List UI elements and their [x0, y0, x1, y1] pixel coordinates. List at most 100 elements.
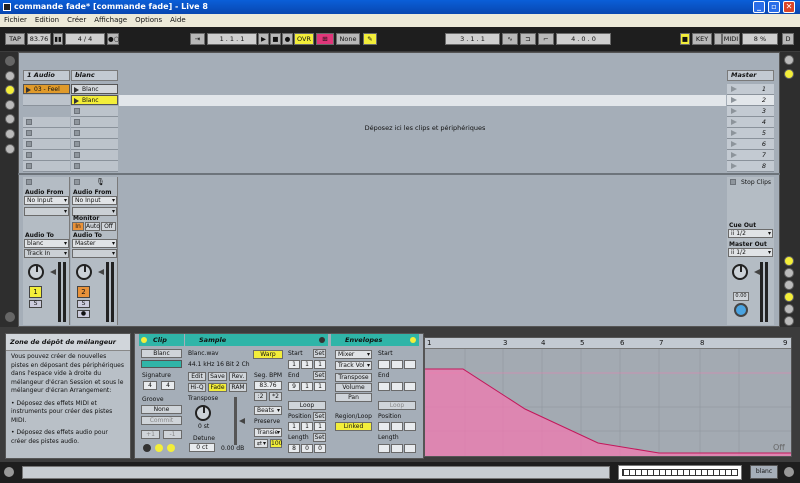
stop-all-icon[interactable] — [26, 179, 32, 185]
instruments-icon[interactable] — [5, 100, 15, 110]
scene-launch-icon[interactable] — [731, 97, 737, 103]
env-loop-button[interactable]: Loop — [378, 401, 416, 410]
sample-menu-icon[interactable] — [319, 337, 325, 343]
cue-volume[interactable]: 0.00 — [733, 292, 749, 301]
env-end-field[interactable] — [404, 382, 416, 391]
clip-play-icon[interactable] — [74, 87, 79, 93]
route-select[interactable] — [72, 249, 117, 258]
position-beat[interactable]: 1 — [301, 422, 313, 431]
tap-button[interactable]: TAP — [5, 33, 25, 45]
sample-reverse-button[interactable]: Rev. — [229, 372, 247, 381]
preview-headphones-icon[interactable] — [734, 303, 748, 317]
scene-2[interactable]: 2 — [727, 95, 774, 106]
loop-start-field[interactable]: 3 . 1 . 1 — [445, 33, 500, 45]
signature-numerator[interactable]: 4 — [143, 381, 157, 390]
pan-knob[interactable] — [28, 264, 44, 280]
scene-launch-icon[interactable] — [731, 86, 737, 92]
clip-blanc-2[interactable]: Blanc — [71, 95, 118, 105]
scene-7[interactable]: 7 — [727, 150, 774, 161]
clip-slot[interactable] — [23, 139, 70, 150]
warp-mode-select[interactable]: Beats — [254, 406, 282, 415]
timeline-ruler[interactable]: 1 3 4 5 6 7 8 9 — [425, 338, 791, 349]
end-beat[interactable]: 1 — [301, 382, 313, 391]
envelope-editor[interactable]: 1 3 4 5 6 7 8 9 Off — [424, 337, 792, 457]
master-pan-knob[interactable] — [732, 264, 748, 280]
clip-play-icon[interactable] — [26, 87, 31, 93]
end-sixteenth[interactable]: 1 — [314, 382, 326, 391]
start-set-button[interactable]: Set — [313, 349, 326, 358]
punch-icon[interactable]: ⊞ — [316, 33, 334, 45]
scene-8[interactable]: 8 — [727, 161, 774, 172]
metronome-icon[interactable]: ●○ — [107, 33, 119, 45]
sample-toggle-icon[interactable] — [155, 444, 163, 452]
volume-arrow-icon[interactable] — [98, 269, 104, 275]
clip-slot[interactable] — [71, 128, 118, 139]
track-2-arm-button[interactable]: ● — [77, 310, 90, 318]
audio-from-select[interactable]: No Input — [24, 196, 69, 205]
record-icon[interactable]: ● — [282, 33, 293, 45]
clip-slot[interactable] — [23, 161, 70, 172]
clip-blanc-1[interactable]: Blanc — [71, 84, 118, 94]
gain-arrow-icon[interactable] — [239, 418, 245, 424]
audio-from-select[interactable]: No Input — [72, 196, 117, 205]
commit-button[interactable]: Commit — [141, 416, 182, 425]
menu-options[interactable]: Options — [131, 14, 166, 27]
half-tempo-button[interactable]: :2 — [254, 392, 267, 401]
menu-affichage[interactable]: Affichage — [90, 14, 131, 27]
track-2-solo-button[interactable]: S — [77, 300, 90, 308]
audio-to-select[interactable]: Master — [72, 239, 117, 248]
monitor-off-button[interactable]: Off — [101, 222, 116, 231]
key-map-indicator[interactable]: ■ — [680, 33, 690, 45]
scene-launch-icon[interactable] — [731, 108, 737, 114]
menu-aide[interactable]: Aide — [166, 14, 189, 27]
env-start-field[interactable] — [391, 360, 403, 369]
slot-stop-icon[interactable] — [74, 163, 80, 169]
scene-5[interactable]: 5 — [727, 128, 774, 139]
arrangement-view-icon[interactable] — [784, 69, 794, 79]
env-end-field[interactable] — [378, 382, 390, 391]
slot-stop-icon[interactable] — [26, 119, 32, 125]
warp-button[interactable]: Warp — [253, 350, 283, 359]
arm-icon[interactable]: 🎙 — [96, 178, 105, 186]
launch-settings-icon[interactable] — [143, 444, 151, 452]
start-bar[interactable]: 1 — [288, 360, 300, 369]
pan-knob[interactable] — [76, 264, 92, 280]
menu-fichier[interactable]: Fichier — [0, 14, 31, 27]
start-sixteenth[interactable]: 1 — [314, 360, 326, 369]
position-set-button[interactable]: Set — [313, 412, 326, 421]
clip-slot[interactable] — [71, 150, 118, 161]
monitor-auto-button[interactable]: Auto — [85, 222, 100, 231]
returns-toggle-icon[interactable] — [784, 280, 794, 290]
live-devices-icon[interactable] — [5, 71, 15, 81]
scene-launch-icon[interactable] — [731, 163, 737, 169]
stop-clips-icon[interactable] — [730, 179, 736, 185]
envelopes-menu-icon[interactable] — [410, 337, 416, 343]
slot-stop-icon[interactable] — [26, 141, 32, 147]
env-length-field[interactable] — [404, 444, 416, 453]
track-1-solo-button[interactable]: S — [29, 300, 42, 308]
minimize-button[interactable]: _ — [753, 1, 765, 13]
env-start-field[interactable] — [404, 360, 416, 369]
clip-color-swatch[interactable] — [141, 360, 182, 368]
length-bar[interactable]: 8 — [288, 444, 300, 453]
double-tempo-button[interactable]: *2 — [269, 392, 282, 401]
track-1-activator[interactable]: 1 — [29, 286, 42, 298]
slot-stop-icon[interactable] — [26, 130, 32, 136]
file-browser-1-icon[interactable] — [5, 114, 15, 124]
time-signature[interactable]: 4 / 4 — [65, 33, 105, 45]
file-browser-3-icon[interactable] — [5, 144, 15, 154]
ram-button[interactable]: RAM — [229, 383, 247, 392]
cue-out-select[interactable]: ii 1/2 — [728, 229, 773, 238]
start-beat[interactable]: 1 — [301, 360, 313, 369]
envelope-toggle-icon[interactable] — [167, 444, 175, 452]
sample-section-header[interactable]: Sample — [185, 334, 328, 346]
env-position-field[interactable] — [391, 422, 403, 431]
envelope-volume-button[interactable]: Volume — [335, 383, 372, 392]
overview-toggle-icon[interactable] — [5, 312, 15, 322]
scene-4[interactable]: 4 — [727, 117, 774, 128]
envelope-transpose-button[interactable]: Transpose — [335, 373, 372, 382]
stop-clips-button[interactable]: Stop Clips — [741, 179, 771, 186]
route-select[interactable]: Track In — [24, 249, 69, 258]
detune-field[interactable]: 0 ct — [189, 443, 215, 452]
scene-launch-icon[interactable] — [731, 130, 737, 136]
